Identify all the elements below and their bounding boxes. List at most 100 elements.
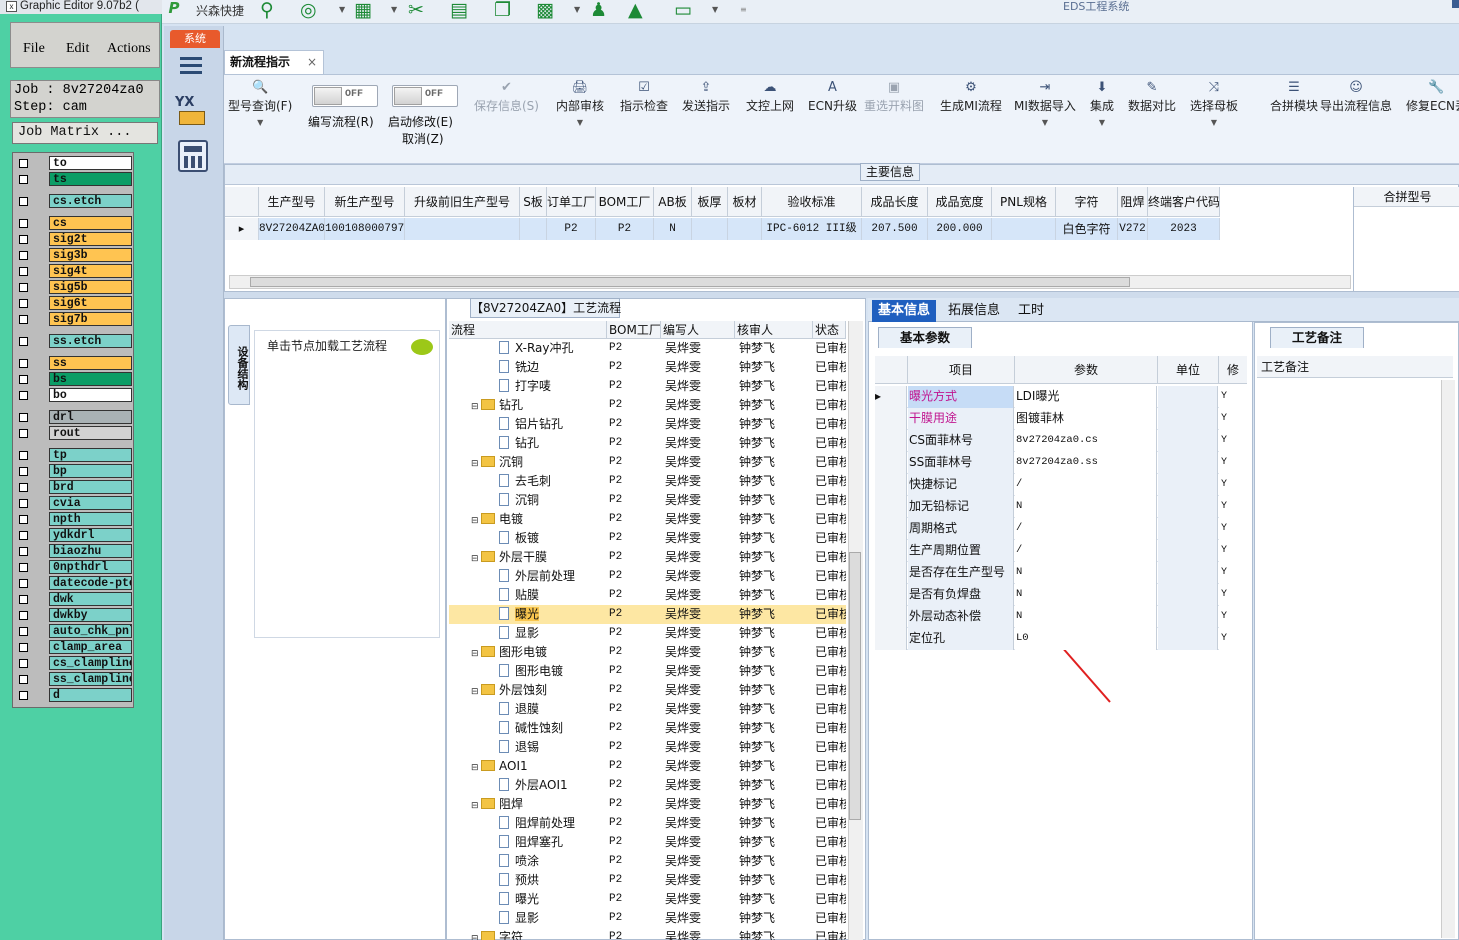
layer-row[interactable]: drl: [16, 410, 132, 424]
layer-checkbox[interactable]: [19, 579, 28, 588]
param-modify[interactable]: Y: [1219, 628, 1247, 650]
window-close-icon[interactable]: [1452, 0, 1459, 8]
layer-row[interactable]: rout: [16, 426, 132, 440]
main-info-cell[interactable]: 8V27204ZA0: [259, 218, 325, 240]
layer-name[interactable]: bs: [49, 372, 132, 386]
process-name-cell[interactable]: 板镀: [451, 529, 605, 548]
param-value[interactable]: 8v27204za0.ss: [1015, 452, 1157, 474]
col-6[interactable]: AB板: [654, 187, 692, 217]
param-row[interactable]: 快捷标记 / Y: [875, 474, 1247, 496]
layer-name[interactable]: dwkby: [49, 608, 132, 622]
col-10[interactable]: 成品长度: [862, 187, 928, 217]
tab-new-process[interactable]: 新流程指示 ×: [224, 50, 324, 75]
start-modify-toggle-cancel[interactable]: 取消(Z): [402, 130, 444, 147]
layer-row[interactable]: biaozhu: [16, 544, 132, 558]
process-name-cell[interactable]: 退膜: [451, 700, 605, 719]
process-row[interactable]: 退锡 P2 吴烨雯 钟梦飞 已审核: [449, 738, 846, 757]
layer-checkbox[interactable]: [19, 451, 28, 460]
layer-row[interactable]: cs.etch: [16, 194, 132, 208]
chevron-down-icon[interactable]: ▼: [1190, 115, 1238, 131]
layer-name[interactable]: tp: [49, 448, 132, 462]
scrollbar-thumb[interactable]: [849, 552, 861, 820]
main-info-cell[interactable]: [992, 218, 1056, 240]
param-modify[interactable]: Y: [1219, 430, 1247, 452]
layer-row[interactable]: ts: [16, 172, 132, 186]
layer-row[interactable]: ss_clampline: [16, 672, 132, 686]
main-info-cell[interactable]: 白色字符: [1056, 218, 1118, 240]
layer-checkbox[interactable]: [19, 531, 28, 540]
grid-icon[interactable]: ▩: [536, 0, 554, 20]
col-0[interactable]: 生产型号: [259, 187, 325, 217]
tab-basic-info[interactable]: 基本信息: [872, 300, 937, 322]
chevron-down-icon[interactable]: ▼: [712, 5, 718, 14]
layer-row[interactable]: brd: [16, 480, 132, 494]
col-unit[interactable]: 单位: [1158, 356, 1219, 384]
layer-name[interactable]: cs_clampline: [49, 656, 132, 670]
chevron-down-icon[interactable]: ▼: [228, 115, 292, 131]
layer-name[interactable]: sig3b: [49, 248, 132, 262]
write-process-toggle[interactable]: OFF: [312, 85, 378, 107]
param-modify[interactable]: Y: [1219, 496, 1247, 518]
tab-basic-params[interactable]: 基本参数: [878, 327, 972, 348]
row-indicator[interactable]: [875, 606, 907, 628]
process-row[interactable]: 曝光 P2 吴烨雯 钟梦飞 已审核: [449, 605, 846, 624]
main-info-cell[interactable]: 10010800079743: [325, 218, 405, 240]
layer-row[interactable]: bp: [16, 464, 132, 478]
close-icon[interactable]: x: [6, 1, 17, 12]
main-info-cell[interactable]: [405, 218, 520, 240]
layer-checkbox[interactable]: [19, 691, 28, 700]
param-row[interactable]: 周期格式 / Y: [875, 518, 1247, 540]
param-value[interactable]: /: [1015, 474, 1157, 496]
param-value[interactable]: N: [1015, 562, 1157, 584]
col-4[interactable]: 订单工厂: [547, 187, 596, 217]
layer-checkbox[interactable]: [19, 467, 28, 476]
copy-icon[interactable]: ❐: [494, 0, 511, 20]
process-name-cell[interactable]: 去毛刺: [451, 472, 605, 491]
process-name-cell[interactable]: 曝光: [451, 890, 605, 909]
param-modify[interactable]: Y: [1219, 540, 1247, 562]
layer-row[interactable]: npth: [16, 512, 132, 526]
row-indicator[interactable]: [875, 430, 907, 452]
layer-name[interactable]: ss: [49, 356, 132, 370]
process-name-cell[interactable]: 退锡: [451, 738, 605, 757]
ecn-upgrade-button[interactable]: A ECN升级: [808, 79, 857, 115]
param-unit[interactable]: [1158, 452, 1218, 474]
process-row[interactable]: 显影 P2 吴烨雯 钟梦飞 已审核: [449, 909, 846, 928]
row-indicator[interactable]: [875, 452, 907, 474]
process-name-cell[interactable]: 打字唛: [451, 377, 605, 396]
process-row[interactable]: 贴膜 P2 吴烨雯 钟梦飞 已审核: [449, 586, 846, 605]
layer-row[interactable]: clamp_area: [16, 640, 132, 654]
process-name-cell[interactable]: 显影: [451, 624, 605, 643]
param-row[interactable]: 加无铅标记 N Y: [875, 496, 1247, 518]
process-row[interactable]: ⊟ 图形电镀 P2 吴烨雯 钟梦飞 已审核: [449, 643, 846, 662]
layer-name[interactable]: ydkdrl: [49, 528, 132, 542]
process-name-cell[interactable]: 显影: [451, 909, 605, 928]
process-row[interactable]: ⊟ 沉铜 P2 吴烨雯 钟梦飞 已审核: [449, 453, 846, 472]
process-name-cell[interactable]: ⊟ 阻焊: [451, 795, 605, 816]
layer-row[interactable]: ss: [16, 356, 132, 370]
param-row[interactable]: 干膜用途 图镀菲林 Y: [875, 408, 1247, 430]
process-row[interactable]: 退膜 P2 吴烨雯 钟梦飞 已审核: [449, 700, 846, 719]
layer-checkbox[interactable]: [19, 643, 28, 652]
layer-checkbox[interactable]: [19, 251, 28, 260]
param-value[interactable]: L0: [1015, 628, 1157, 650]
param-value[interactable]: N: [1015, 584, 1157, 606]
col-5[interactable]: BOM工厂: [596, 187, 654, 217]
main-info-cell[interactable]: IPC-6012 III级: [762, 218, 862, 240]
layer-name[interactable]: sig7b: [49, 312, 132, 326]
main-info-cell[interactable]: 2023: [1148, 218, 1220, 240]
process-name-cell[interactable]: 贴膜: [451, 586, 605, 605]
lifebuoy-icon[interactable]: ◎: [300, 0, 317, 20]
row-indicator[interactable]: [875, 408, 907, 430]
param-modify[interactable]: Y: [1219, 518, 1247, 540]
param-unit[interactable]: [1158, 408, 1218, 430]
layer-name[interactable]: cs: [49, 216, 132, 230]
row-indicator[interactable]: [875, 518, 907, 540]
tab-work-hours[interactable]: 工时: [1012, 300, 1050, 322]
layer-name[interactable]: clamp_area: [49, 640, 132, 654]
layer-name[interactable]: cvia: [49, 496, 132, 510]
toggle-knob[interactable]: [394, 87, 422, 105]
process-row[interactable]: 去毛刺 P2 吴烨雯 钟梦飞 已审核: [449, 472, 846, 491]
param-row[interactable]: 生产周期位置 / Y: [875, 540, 1247, 562]
process-name-cell[interactable]: ⊟ 外层蚀刻: [451, 681, 605, 702]
